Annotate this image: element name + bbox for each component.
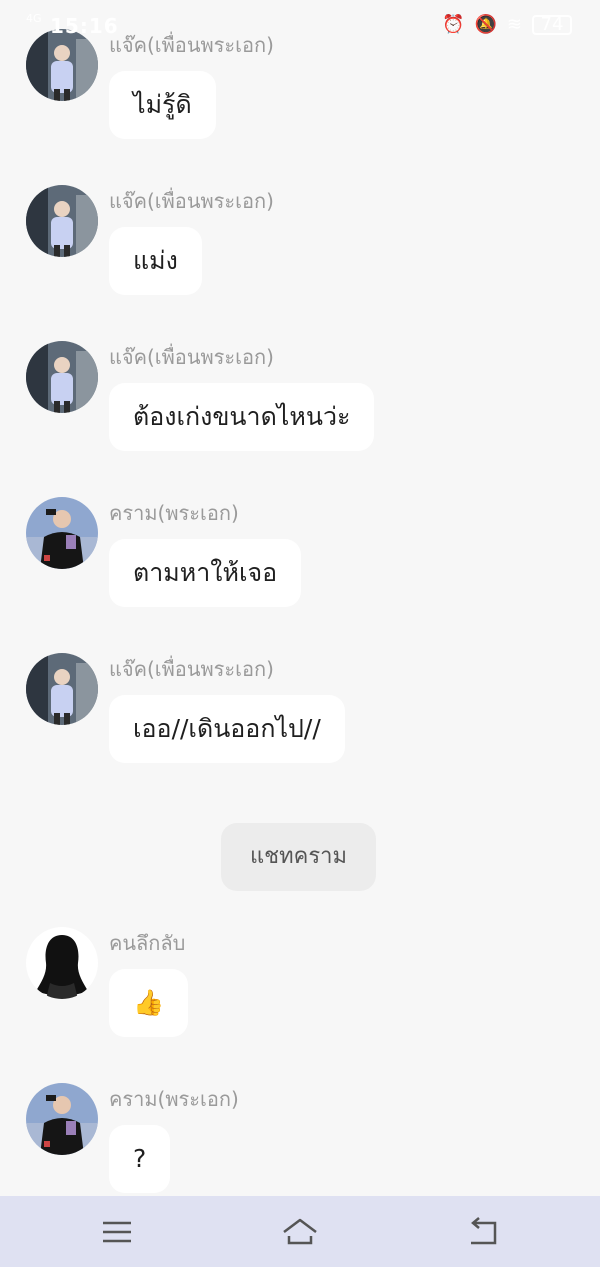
battery-level: 74 <box>540 13 564 35</box>
message-bubble[interactable]: แม่ง <box>109 227 202 295</box>
message-bubble[interactable]: เออ//เดินออกไป// <box>109 695 345 763</box>
menu-icon[interactable] <box>99 1214 135 1250</box>
status-bar: 4G 15:16 ⏰ 🔕 ≋ 74 <box>0 0 600 52</box>
back-icon[interactable] <box>465 1214 501 1250</box>
khram-avatar[interactable] <box>26 1083 98 1155</box>
signal-indicator: 4G <box>26 12 42 25</box>
home-icon[interactable] <box>282 1214 318 1250</box>
sender-name: แจ๊ค(เพื่อนพระเอก) <box>109 345 274 369</box>
sender-name: คนลึกลับ <box>109 931 186 955</box>
mute-icon: 🔕 <box>474 14 497 35</box>
navigation-bar <box>0 1196 600 1267</box>
jack-avatar[interactable] <box>26 185 98 257</box>
message-bubble[interactable]: ไม่รู้ดิ <box>109 71 216 139</box>
status-icons: ⏰ 🔕 ≋ 74 <box>442 14 572 35</box>
message-bubble[interactable]: ต้องเก่งขนาดไหนว่ะ <box>109 383 375 451</box>
sender-name: คราม(พระเอก) <box>109 1087 239 1111</box>
message-bubble[interactable]: 👍 <box>109 969 189 1037</box>
message-bubble[interactable]: ? <box>109 1125 171 1193</box>
jack-avatar[interactable] <box>26 653 98 725</box>
message-bubble[interactable]: ตามหาให้เจอ <box>109 539 302 607</box>
battery-icon: 74 <box>532 13 572 35</box>
wifi-icon: ≋ <box>506 14 522 35</box>
alarm-icon: ⏰ <box>442 14 465 35</box>
mystery-avatar[interactable] <box>26 927 98 999</box>
chat-khram-button[interactable]: แชทคราม <box>221 823 376 891</box>
sender-name: แจ๊ค(เพื่อนพระเอก) <box>109 189 274 213</box>
sender-name: คราม(พระเอก) <box>109 501 239 525</box>
status-time: 15:16 <box>50 14 119 38</box>
sender-name: แจ๊ค(เพื่อนพระเอก) <box>109 657 274 681</box>
jack-avatar[interactable] <box>26 341 98 413</box>
khram-avatar[interactable] <box>26 497 98 569</box>
